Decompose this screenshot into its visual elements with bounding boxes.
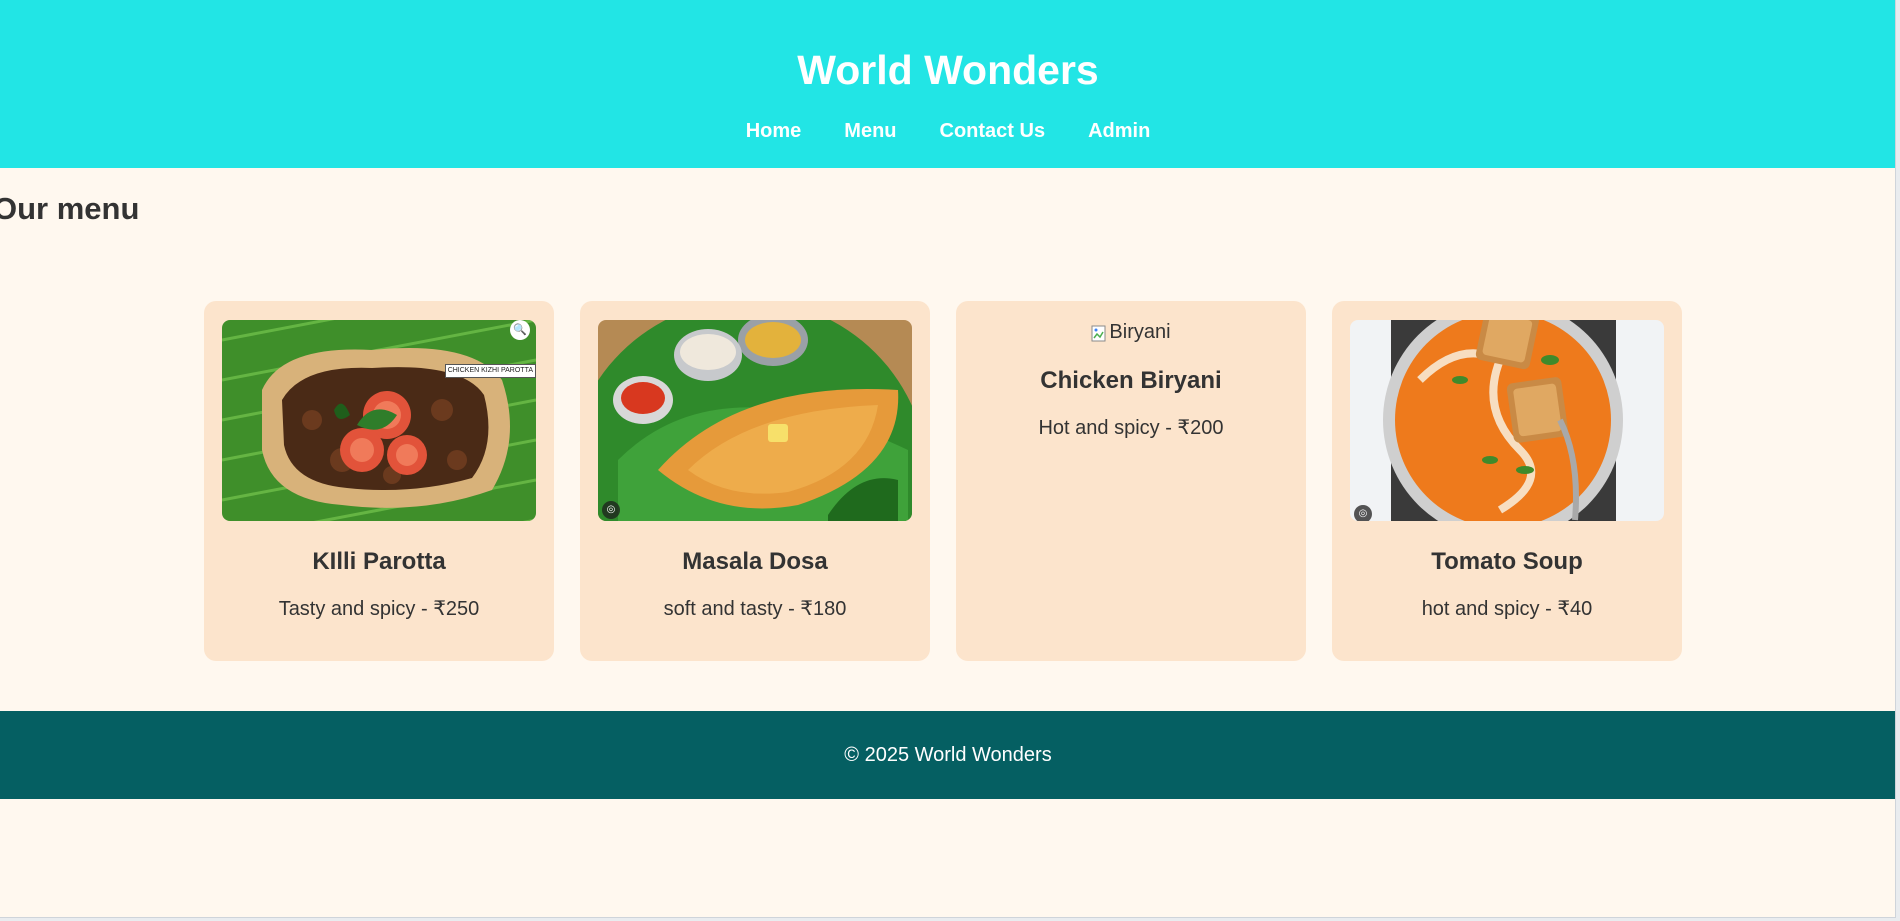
- menu-item-description: Hot and spicy - ₹200: [1038, 417, 1224, 439]
- menu-item-name: Masala Dosa: [682, 548, 828, 575]
- menu-heading: Our menu: [0, 191, 140, 226]
- site-title: World Wonders: [797, 47, 1099, 93]
- menu-item-name: KIlli Parotta: [312, 548, 446, 575]
- masala-dosa-image: ◎: [598, 320, 912, 521]
- menu-item-description: Tasty and spicy - ₹250: [278, 598, 480, 620]
- menu-card-chicken-biryani[interactable]: Biryani Chicken Biryani Hot and spicy - …: [956, 301, 1306, 661]
- broken-image-alt: Biryani: [1109, 321, 1171, 343]
- tomato-soup-image: ◎: [1350, 320, 1664, 521]
- broken-image: Biryani: [956, 318, 1306, 346]
- menu-card-killi-parotta[interactable]: 🔍 CHICKEN KIZHI PAROTTA KIlli Parotta Ta…: [204, 301, 554, 661]
- lens-icon: ◎: [1354, 505, 1372, 521]
- menu-card-tomato-soup[interactable]: ◎ Tomato Soup hot and spicy - ₹40: [1332, 301, 1682, 661]
- nav-contact-link[interactable]: Contact Us: [940, 117, 1046, 145]
- site-footer: © 2025 World Wonders: [0, 711, 1895, 799]
- menu-item-name: Tomato Soup: [1431, 548, 1583, 575]
- nav-admin-link[interactable]: Admin: [1088, 117, 1150, 145]
- image-caption-label: CHICKEN KIZHI PAROTTA: [444, 364, 536, 378]
- nav-home-link[interactable]: Home: [746, 117, 802, 145]
- site-header: World Wonders Home Menu Contact Us Admin: [0, 0, 1895, 168]
- footer-copyright: © 2025 World Wonders: [844, 744, 1052, 766]
- menu-item-description: soft and tasty - ₹180: [663, 598, 847, 620]
- main-nav: Home Menu Contact Us Admin: [0, 117, 1895, 145]
- menu-item-description: hot and spicy - ₹40: [1421, 598, 1593, 620]
- killi-parotta-image: 🔍 CHICKEN KIZHI PAROTTA: [222, 320, 536, 521]
- broken-image-icon: [1091, 323, 1107, 342]
- lens-icon: ◎: [602, 501, 620, 519]
- menu-item-name: Chicken Biryani: [1040, 367, 1222, 394]
- nav-menu-link[interactable]: Menu: [844, 117, 896, 145]
- menu-card-masala-dosa[interactable]: ◎ Masala Dosa soft and tasty - ₹180: [580, 301, 930, 661]
- browser-viewport: World Wonders Home Menu Contact Us Admin…: [0, 0, 1896, 918]
- zoom-icon: 🔍: [510, 320, 530, 340]
- menu-grid: 🔍 CHICKEN KIZHI PAROTTA KIlli Parotta Ta…: [204, 301, 1682, 661]
